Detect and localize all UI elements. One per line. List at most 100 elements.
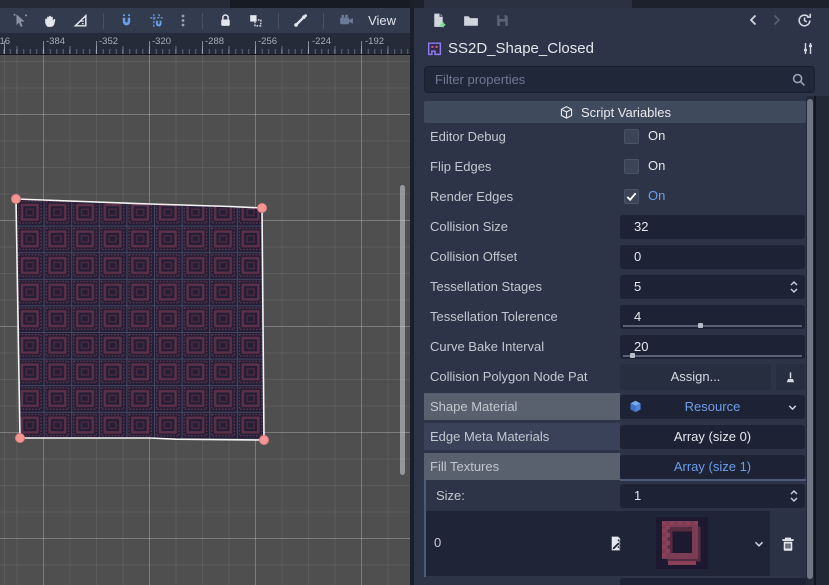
array-button-expanded[interactable]: Array (size 1) (620, 455, 805, 479)
property-label-cell[interactable]: Shape Material (424, 393, 620, 420)
property-row-tessellation-stages: Tessellation Stages 5 (424, 272, 806, 302)
property-row-tessellation-tolerence: Tessellation Tolerence 4 (424, 302, 806, 332)
property-label: Flip Edges (430, 152, 491, 182)
filter-properties-input[interactable]: Filter properties (424, 66, 815, 93)
assign-button[interactable]: Assign... (620, 364, 771, 390)
array-item-index: 0 (434, 535, 441, 550)
field-value: 32 (634, 219, 648, 234)
grid-snap-icon[interactable] (148, 12, 165, 29)
vertex-handle[interactable] (258, 204, 267, 213)
property-label: Curve Bake Interval (430, 332, 544, 362)
pan-icon[interactable] (42, 12, 59, 29)
chevron-down-icon[interactable] (752, 537, 766, 556)
shape-drawing (0, 55, 410, 585)
checkbox-label: On (648, 158, 665, 173)
history-back-icon[interactable] (746, 12, 760, 33)
camera-icon[interactable] (338, 12, 355, 29)
spinner-updown-icon[interactable] (788, 488, 800, 509)
ruler-icon[interactable] (72, 12, 89, 29)
pick-node-icon (783, 370, 798, 385)
vertex-handle[interactable] (260, 436, 269, 445)
array-size-field[interactable]: 1 (620, 484, 805, 508)
slider-grabber[interactable] (630, 353, 635, 358)
checkbox-unchecked[interactable] (624, 159, 639, 174)
spin-field[interactable]: 5 (620, 275, 805, 299)
property-label-cell[interactable]: Edge Meta Materials (424, 423, 620, 450)
property-label-cell[interactable]: Fill Textures (424, 453, 620, 480)
ruler-label: -352 (99, 36, 118, 47)
property-label: Collision Size (430, 212, 508, 242)
select-points-icon[interactable] (12, 12, 29, 29)
inspector-toolbar (410, 8, 829, 34)
number-field[interactable]: 32 (620, 215, 805, 239)
vertex-handle[interactable] (12, 195, 21, 204)
property-label: Tessellation Stages (430, 272, 542, 302)
pick-node-button[interactable] (776, 364, 805, 390)
view-menu[interactable]: View (368, 13, 396, 28)
bone-icon[interactable] (292, 12, 309, 29)
category-script-variables[interactable]: Script Variables (424, 101, 806, 123)
array-size-row: Size: 1 (424, 482, 806, 510)
property-row-editor-debug: Editor Debug On (424, 122, 806, 152)
ruler-label: -416 (0, 36, 10, 47)
resource-picker[interactable]: Resource (620, 395, 805, 419)
ruler-label: -256 (258, 36, 277, 47)
number-field[interactable]: 0 (620, 245, 805, 269)
closed-shape-polygon[interactable] (16, 199, 264, 440)
property-row-collision-polygon-node-path: Collision Polygon Node Pat Assign... (424, 362, 806, 392)
property-label: Render Edges (430, 182, 513, 212)
ruler-label: -288 (205, 36, 224, 47)
slider-grabber[interactable] (698, 323, 703, 328)
field-value: 20 (634, 339, 648, 354)
object-history-icon[interactable] (796, 12, 813, 34)
main-tab-edge (0, 0, 230, 8)
ruler-label: -384 (46, 36, 65, 47)
property-row-collision-size: Collision Size 32 (424, 212, 806, 242)
filter-placeholder: Filter properties (435, 72, 525, 87)
2d-canvas[interactable] (0, 55, 410, 585)
new-resource-icon[interactable] (430, 12, 447, 34)
property-row-collision-offset: Collision Offset 0 (424, 242, 806, 272)
group-icon[interactable] (247, 12, 264, 29)
property-label: Editor Debug (430, 122, 506, 152)
texture-thumbnail[interactable] (656, 517, 708, 569)
vertex-handle[interactable] (16, 434, 25, 443)
node-type-icon (426, 40, 443, 62)
extra-tools-icon[interactable] (800, 40, 816, 62)
inspector-pane: SS2D_Shape_Closed Filter properties Scri… (410, 0, 829, 585)
slider-field[interactable]: 4 (620, 305, 805, 329)
inspector-scrollbar[interactable] (806, 96, 814, 585)
pane-divider[interactable] (410, 0, 414, 585)
canvas-toolbar: View (0, 8, 410, 33)
canvas-scrollbar[interactable] (400, 185, 405, 475)
history-forward-icon[interactable] (770, 12, 784, 33)
next-property-field-partial (620, 578, 807, 585)
lock-icon[interactable] (217, 12, 234, 29)
property-label: Collision Offset (430, 242, 517, 272)
save-resource-icon[interactable] (494, 12, 511, 34)
array-item-row: 0 (426, 511, 806, 576)
property-label: Tessellation Tolerence (430, 302, 558, 332)
spinner-updown-icon[interactable] (788, 279, 800, 300)
delete-item-button[interactable] (770, 511, 806, 576)
chevron-down-icon[interactable] (786, 401, 799, 419)
resource-value: Resource (620, 399, 805, 414)
edit-resource-icon[interactable] (608, 535, 625, 557)
load-resource-icon[interactable] (462, 12, 480, 34)
checkbox-unchecked[interactable] (624, 129, 639, 144)
slider-track[interactable] (623, 325, 802, 327)
slider-field[interactable]: 20 (620, 335, 805, 359)
array-button[interactable]: Array (size 0) (620, 425, 805, 449)
field-value: 5 (634, 279, 641, 294)
checkbox-label: On (648, 128, 665, 143)
checkbox-checked[interactable] (624, 189, 639, 204)
toolbar-separator (103, 13, 104, 29)
slider-track[interactable] (623, 355, 802, 357)
scrollbar-thumb[interactable] (807, 99, 813, 579)
inspector-tab-edge (424, 0, 632, 8)
property-row-render-edges: Render Edges On (424, 182, 806, 212)
snap-magnet-icon[interactable] (118, 12, 135, 29)
field-value: 1 (634, 488, 641, 503)
more-options-icon[interactable] (178, 12, 188, 29)
search-icon (791, 72, 807, 88)
